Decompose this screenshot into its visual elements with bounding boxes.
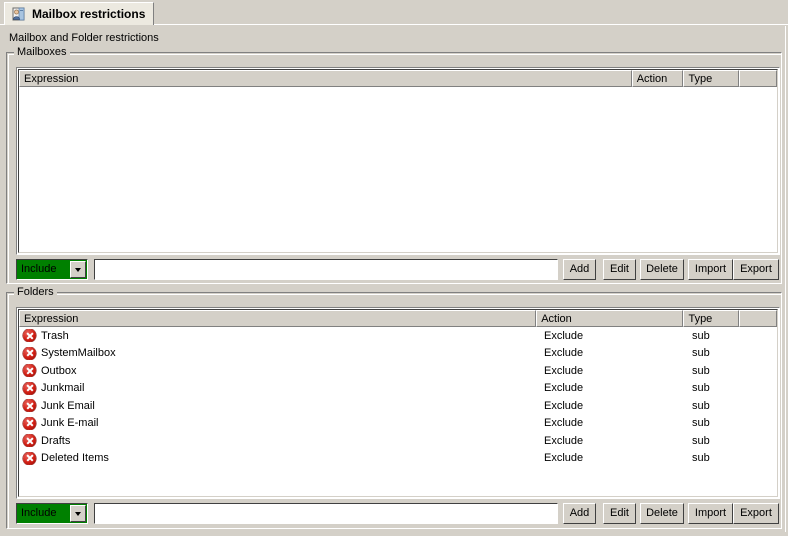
table-row[interactable]: Drafts Exclude sub: [19, 432, 777, 450]
mailboxes-add-button[interactable]: Add: [563, 259, 596, 280]
row-expression-cell: SystemMailbox: [19, 346, 539, 360]
exclude-icon: [23, 346, 36, 360]
row-action-cell: Exclude: [544, 382, 584, 395]
row-expression-cell: Outbox: [19, 364, 539, 378]
exclude-icon: [23, 364, 36, 378]
table-row[interactable]: Junk E-mail Exclude sub: [19, 415, 777, 433]
row-type-cell: sub: [692, 417, 710, 430]
folders-listview-header: Expression Action Type: [19, 310, 777, 327]
mailboxes-column-type[interactable]: Type: [683, 70, 740, 87]
tab-mailbox-restrictions[interactable]: Mailbox restrictions: [4, 2, 155, 25]
row-expression-label: Deleted Items: [41, 452, 109, 465]
folders-group: Folders Expression Action Type Trash Excl…: [6, 286, 782, 529]
table-row[interactable]: Junkmail Exclude sub: [19, 380, 777, 398]
row-action-cell: Exclude: [544, 329, 584, 342]
folders-column-action[interactable]: Action: [536, 310, 684, 327]
row-expression-cell: Drafts: [19, 434, 539, 448]
row-action-cell: Exclude: [544, 434, 584, 447]
row-expression-cell: Junk Email: [19, 399, 539, 413]
row-action-cell: Exclude: [544, 399, 584, 412]
table-row[interactable]: SystemMailbox Exclude sub: [19, 345, 777, 363]
row-type-cell: sub: [692, 382, 710, 395]
mailboxes-export-button[interactable]: Export: [733, 259, 779, 280]
folders-group-title: Folders: [14, 286, 57, 298]
folders-mode-dropdown-button[interactable]: [70, 505, 86, 522]
row-expression-label: Outbox: [41, 364, 77, 377]
folders-import-button[interactable]: Import: [688, 503, 733, 524]
tab-strip: Mailbox restrictions: [0, 0, 788, 26]
row-action-cell: Exclude: [544, 347, 584, 360]
mailboxes-column-action[interactable]: Action: [631, 70, 684, 87]
row-type-cell: sub: [692, 452, 710, 465]
exclude-icon: [23, 416, 36, 430]
table-row[interactable]: Deleted Items Exclude sub: [19, 450, 777, 468]
exclude-icon: [23, 434, 36, 448]
row-type-cell: sub: [692, 364, 710, 377]
row-expression-label: SystemMailbox: [41, 347, 116, 360]
mailboxes-mode-dropdown[interactable]: Include: [16, 259, 88, 280]
exclude-icon: [23, 451, 36, 465]
mailboxes-edit-button[interactable]: Edit: [603, 259, 636, 280]
row-expression-cell: Junkmail: [19, 381, 539, 395]
row-action-cell: Exclude: [544, 452, 584, 465]
folders-toolbar: Include Add Edit Delete Import Export: [16, 503, 780, 525]
page-title: Mailbox and Folder restrictions: [9, 32, 159, 44]
chevron-down-icon: [75, 267, 81, 272]
chevron-down-icon: [75, 511, 81, 516]
folders-column-type[interactable]: Type: [683, 310, 740, 327]
row-action-cell: Exclude: [544, 364, 584, 377]
folders-add-button[interactable]: Add: [563, 503, 596, 524]
mailboxes-column-expression[interactable]: Expression: [19, 70, 632, 87]
mailboxes-delete-button[interactable]: Delete: [640, 259, 684, 280]
folders-column-spacer[interactable]: [739, 310, 777, 327]
folders-mode-dropdown[interactable]: Include: [16, 503, 88, 524]
folders-export-button[interactable]: Export: [733, 503, 779, 524]
table-row[interactable]: Junk Email Exclude sub: [19, 397, 777, 415]
folders-delete-button[interactable]: Delete: [640, 503, 684, 524]
row-type-cell: sub: [692, 329, 710, 342]
row-type-cell: sub: [692, 399, 710, 412]
mailboxes-column-spacer[interactable]: [739, 70, 777, 87]
exclude-icon: [23, 381, 36, 395]
mailboxes-expression-input[interactable]: [94, 259, 558, 280]
row-expression-label: Junk Email: [41, 399, 95, 412]
table-row[interactable]: Trash Exclude sub: [19, 327, 777, 345]
mailbox-user-icon: [11, 6, 27, 22]
mailboxes-mode-value: Include: [17, 260, 70, 279]
row-expression-label: Junk E-mail: [41, 417, 99, 430]
exclude-icon: [23, 399, 36, 413]
exclude-icon: [23, 329, 36, 343]
mailboxes-listview[interactable]: Expression Action Type: [16, 67, 780, 255]
row-expression-label: Trash: [41, 329, 69, 342]
folders-listview[interactable]: Expression Action Type Trash Exclude sub Sy…: [16, 307, 780, 499]
mailboxes-group: Mailboxes Expression Action Type Include…: [6, 46, 782, 284]
window-bottom-edge: [0, 532, 788, 536]
row-type-cell: sub: [692, 434, 710, 447]
mailboxes-toolbar: Include Add Edit Delete Import Export: [16, 259, 780, 281]
folders-edit-button[interactable]: Edit: [603, 503, 636, 524]
table-row[interactable]: Outbox Exclude sub: [19, 362, 777, 380]
folders-column-expression[interactable]: Expression: [19, 310, 537, 327]
row-type-cell: sub: [692, 347, 710, 360]
row-expression-label: Junkmail: [41, 382, 85, 395]
row-expression-label: Drafts: [41, 434, 71, 447]
mailboxes-mode-dropdown-button[interactable]: [70, 261, 86, 278]
folders-listview-body[interactable]: Trash Exclude sub SystemMailbox Exclude sub Ou…: [19, 327, 777, 467]
row-expression-cell: Trash: [19, 329, 539, 343]
row-expression-cell: Deleted Items: [19, 451, 539, 465]
mailboxes-import-button[interactable]: Import: [688, 259, 733, 280]
folders-expression-input[interactable]: [94, 503, 558, 524]
row-expression-cell: Junk E-mail: [19, 416, 539, 430]
mailboxes-listview-header: Expression Action Type: [19, 70, 777, 87]
folders-mode-value: Include: [17, 504, 70, 523]
row-action-cell: Exclude: [544, 417, 584, 430]
mailboxes-group-title: Mailboxes: [14, 46, 70, 58]
tab-label: Mailbox restrictions: [32, 7, 146, 21]
